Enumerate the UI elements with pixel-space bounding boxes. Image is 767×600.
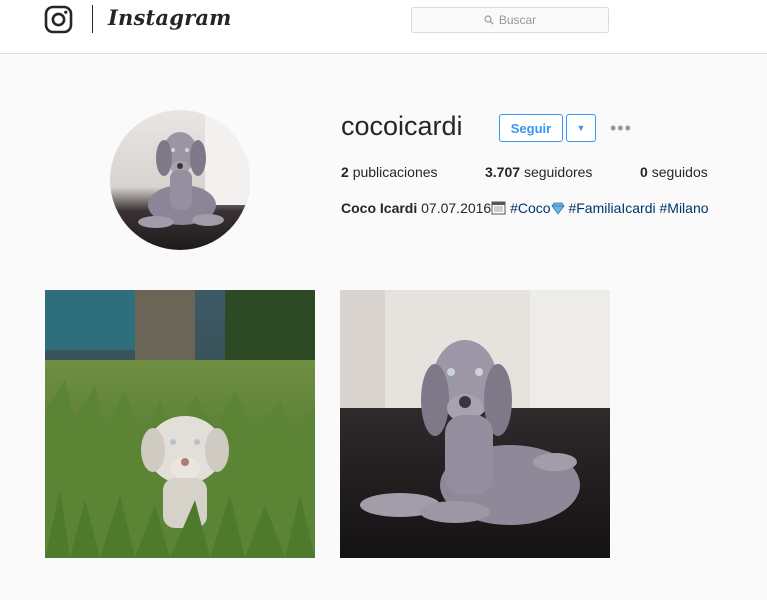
more-options-icon[interactable]: •••	[610, 118, 632, 139]
posts-label: publicaciones	[352, 164, 438, 180]
logo-divider	[92, 5, 93, 33]
bio-date: 07.07.2016	[421, 200, 492, 216]
calendar-icon	[491, 201, 506, 215]
profile-username: cocoicardi	[341, 111, 463, 141]
stat-posts: 2 publicaciones	[341, 164, 438, 180]
posts-count: 2	[341, 164, 349, 180]
chevron-down-icon: ▼	[576, 123, 586, 133]
puppy-lying-on-floor-photo	[340, 290, 610, 558]
following-count: 0	[640, 164, 648, 180]
search-input[interactable]: Buscar	[411, 7, 609, 33]
search-icon	[484, 15, 494, 25]
following-label: seguidos	[651, 164, 708, 180]
instagram-wordmark[interactable]: Instagram	[108, 5, 232, 30]
instagram-camera-icon[interactable]	[44, 5, 73, 34]
search-placeholder: Buscar	[498, 13, 537, 27]
hashtag-familiaicardi[interactable]: #FamiliaIcardi	[568, 200, 655, 216]
post-tile[interactable]	[45, 290, 315, 558]
profile-bio: Coco Icardi 07.07.2016 #Coco #FamiliaIca…	[341, 200, 709, 216]
stat-following[interactable]: 0 seguidos	[640, 164, 708, 180]
profile-avatar[interactable]	[110, 110, 250, 250]
follow-button[interactable]: Seguir	[499, 114, 563, 142]
hashtag-milano[interactable]: #Milano	[660, 200, 709, 216]
stat-followers[interactable]: 3.707 seguidores	[485, 164, 592, 180]
top-navigation-bar: Instagram Buscar	[0, 0, 767, 54]
hashtag-coco[interactable]: #Coco	[510, 200, 550, 216]
follow-dropdown-button[interactable]: ▼	[566, 114, 596, 142]
followers-count: 3.707	[485, 164, 521, 180]
gem-icon	[551, 202, 565, 215]
followers-label: seguidores	[523, 164, 593, 180]
puppy-in-grass-photo	[45, 290, 315, 558]
avatar-dog-photo	[110, 110, 250, 250]
post-tile[interactable]	[340, 290, 610, 558]
bio-full-name: Coco Icardi	[341, 200, 418, 216]
